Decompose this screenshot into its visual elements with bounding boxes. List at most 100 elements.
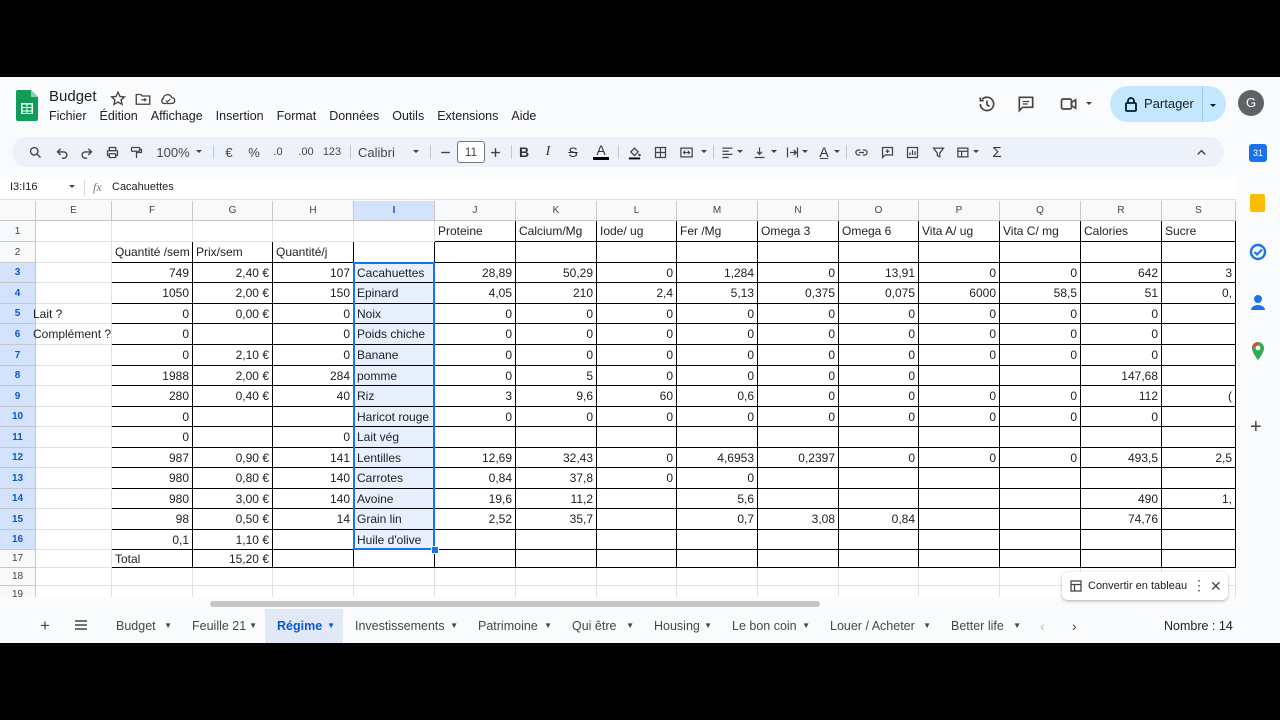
cell-q12[interactable]: 0 <box>1000 448 1081 468</box>
zoom-select[interactable]: 100% <box>154 137 192 167</box>
insert-chart-icon[interactable] <box>901 137 923 167</box>
cell-g10[interactable] <box>193 407 273 427</box>
functions-icon[interactable]: Σ <box>986 137 1008 167</box>
sheet-tab[interactable]: Feuille 21 ▼ <box>180 609 265 643</box>
merge-chevron-icon[interactable] <box>698 137 710 167</box>
cell-i9[interactable]: Riz <box>354 386 435 407</box>
cell-p7[interactable]: 0 <box>919 345 1000 366</box>
cell-l14[interactable] <box>597 489 677 509</box>
row-header[interactable]: 7 <box>0 345 36 366</box>
row-header[interactable]: 18 <box>0 568 36 586</box>
row-header[interactable]: 14 <box>0 489 36 509</box>
cell-q10[interactable]: 0 <box>1000 407 1081 427</box>
zoom-chevron-icon[interactable] <box>193 137 205 167</box>
cell-h4[interactable]: 150 <box>273 283 354 304</box>
cell-g6[interactable] <box>193 324 273 345</box>
cell-f15[interactable]: 98 <box>112 509 193 530</box>
cell-m6[interactable]: 0 <box>677 324 758 345</box>
cell-k5[interactable]: 0 <box>516 304 597 324</box>
cell-s17[interactable] <box>1162 550 1236 568</box>
sheet-tab-chevron-icon[interactable]: ▼ <box>802 609 810 643</box>
cell-p2[interactable] <box>919 242 1000 263</box>
cell-s13[interactable] <box>1162 468 1236 489</box>
cell-q11[interactable] <box>1000 427 1081 448</box>
cell-o8[interactable]: 0 <box>839 366 919 386</box>
cell-e17[interactable] <box>36 550 112 568</box>
cell-n12[interactable]: 0,2397 <box>758 448 839 468</box>
cell-e7[interactable] <box>36 345 112 366</box>
column-header-j[interactable]: J <box>435 201 516 221</box>
cell-l19[interactable] <box>597 586 677 597</box>
cell-g7[interactable]: 2,10 € <box>193 345 273 366</box>
cell-k7[interactable]: 0 <box>516 345 597 366</box>
filter-icon[interactable] <box>927 137 949 167</box>
column-header-m[interactable]: M <box>677 201 758 221</box>
redo-icon[interactable] <box>75 137 97 167</box>
cell-e6[interactable]: Complément ? <box>33 324 112 345</box>
cell-h3[interactable]: 107 <box>273 263 354 283</box>
cell-k15[interactable]: 35,7 <box>516 509 597 530</box>
cell-s1[interactable]: Sucre <box>1162 221 1236 242</box>
cell-n4[interactable]: 0,375 <box>758 283 839 304</box>
cell-l15[interactable] <box>597 509 677 530</box>
cell-s7[interactable] <box>1162 345 1236 366</box>
cell-k11[interactable] <box>516 427 597 448</box>
meet-video-icon[interactable] <box>1058 94 1080 114</box>
cell-s16[interactable] <box>1162 530 1236 550</box>
cell-e14[interactable] <box>36 489 112 509</box>
cell-j4[interactable]: 4,05 <box>435 283 516 304</box>
cell-n11[interactable] <box>758 427 839 448</box>
cell-f9[interactable]: 280 <box>112 386 193 407</box>
cell-r15[interactable]: 74,76 <box>1081 509 1162 530</box>
cell-r13[interactable] <box>1081 468 1162 489</box>
cell-r9[interactable]: 112 <box>1081 386 1162 407</box>
share-dropdown-icon[interactable] <box>1208 99 1218 109</box>
column-header-l[interactable]: L <box>597 201 677 221</box>
fill-color-icon[interactable] <box>623 137 645 167</box>
row-header[interactable]: 15 <box>0 509 36 530</box>
cell-l6[interactable]: 0 <box>597 324 677 345</box>
menu-edition[interactable]: Édition <box>100 109 138 123</box>
cell-h5[interactable]: 0 <box>273 304 354 324</box>
cell-g15[interactable]: 0,50 € <box>193 509 273 530</box>
cell-i8[interactable]: pomme <box>354 366 435 386</box>
cell-f19[interactable] <box>112 586 193 597</box>
column-header-q[interactable]: Q <box>1000 201 1081 221</box>
cell-i14[interactable]: Avoine <box>354 489 435 509</box>
strikethrough-icon[interactable]: S <box>563 137 583 167</box>
cell-m10[interactable]: 0 <box>677 407 758 427</box>
cell-f4[interactable]: 1050 <box>112 283 193 304</box>
keep-icon[interactable] <box>1250 194 1265 212</box>
tasks-icon[interactable] <box>1249 243 1267 261</box>
cell-i19[interactable] <box>354 586 435 597</box>
comments-icon[interactable] <box>1016 94 1036 114</box>
cell-o1[interactable]: Omega 6 <box>839 221 919 242</box>
cell-e13[interactable] <box>36 468 112 489</box>
cell-r16[interactable] <box>1081 530 1162 550</box>
cell-s10[interactable] <box>1162 407 1236 427</box>
halign-chevron-icon[interactable] <box>734 137 746 167</box>
cell-i3[interactable]: Cacahuettes <box>354 263 435 283</box>
cell-g16[interactable]: 1,10 € <box>193 530 273 550</box>
cell-o10[interactable]: 0 <box>839 407 919 427</box>
bold-icon[interactable]: B <box>515 137 533 167</box>
cell-q2[interactable] <box>1000 242 1081 263</box>
cell-j2[interactable] <box>435 242 516 263</box>
cell-h1[interactable] <box>273 221 354 242</box>
cell-g3[interactable]: 2,40 € <box>193 263 273 283</box>
print-icon[interactable] <box>101 137 123 167</box>
cell-f5[interactable]: 0 <box>112 304 193 324</box>
sheet-tab-chevron-icon[interactable]: ▼ <box>704 609 712 643</box>
sheet-tab-chevron-icon[interactable]: ▼ <box>923 609 931 643</box>
cell-k16[interactable] <box>516 530 597 550</box>
cell-p6[interactable]: 0 <box>919 324 1000 345</box>
cell-r17[interactable] <box>1081 550 1162 568</box>
valign-chevron-icon[interactable] <box>768 137 780 167</box>
cell-n18[interactable] <box>758 568 839 586</box>
cell-o9[interactable]: 0 <box>839 386 919 407</box>
cell-r3[interactable]: 642 <box>1081 263 1162 283</box>
cell-h7[interactable]: 0 <box>273 345 354 366</box>
cell-j13[interactable]: 0,84 <box>435 468 516 489</box>
cell-s2[interactable] <box>1162 242 1236 263</box>
cell-p8[interactable] <box>919 366 1000 386</box>
